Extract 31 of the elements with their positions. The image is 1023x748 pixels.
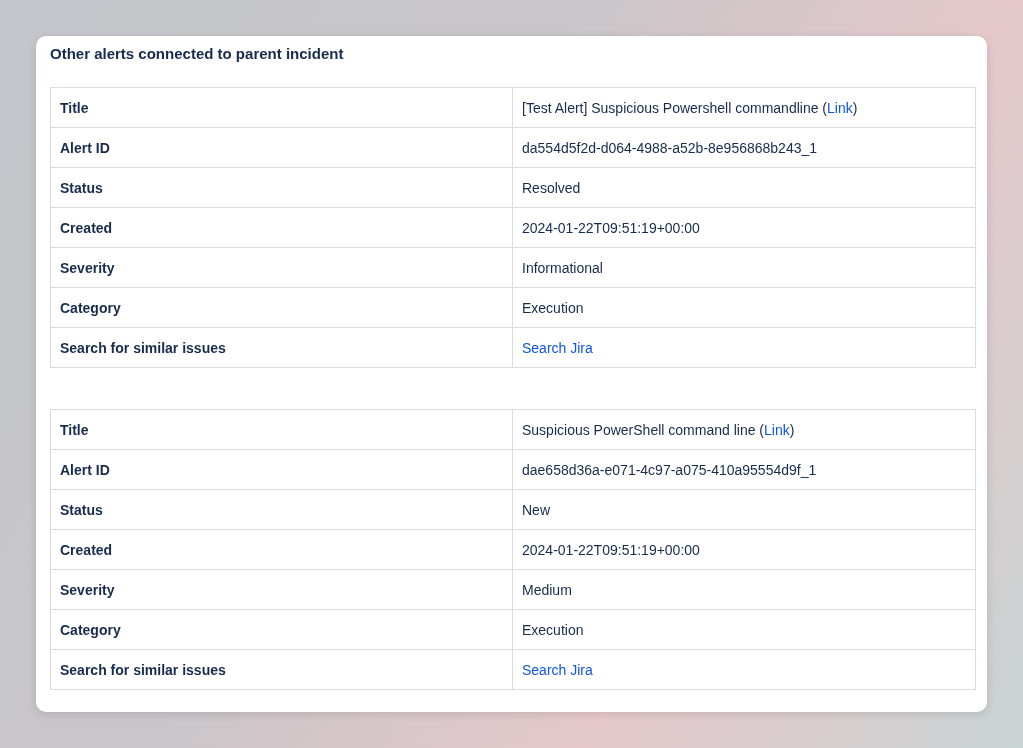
- field-label: Title: [50, 409, 513, 450]
- table-cell: Medium: [512, 569, 976, 610]
- field-label: Status: [50, 489, 513, 530]
- field-label: Status: [50, 167, 513, 208]
- alert-link[interactable]: Link: [764, 421, 790, 438]
- alert-link[interactable]: Link: [827, 99, 853, 116]
- table-cell: New: [512, 489, 976, 530]
- table-cell: Informational: [512, 247, 976, 288]
- table-cell: Suspicious PowerShell command line (Link): [512, 409, 976, 450]
- field-label: Created: [50, 529, 513, 570]
- table-cell: da554d5f2d-d064-4988-a52b-8e956868b243_1: [512, 127, 976, 168]
- table-cell: 2024-01-22T09:51:19+00:00: [512, 207, 976, 248]
- field-label: Category: [50, 287, 513, 328]
- field-label: Search for similar issues: [50, 649, 513, 690]
- table-cell: 2024-01-22T09:51:19+00:00: [512, 529, 976, 570]
- search-jira-link[interactable]: Search Jira: [522, 339, 593, 356]
- field-label: Title: [50, 87, 513, 128]
- panel-title: Other alerts connected to parent incident: [50, 44, 345, 64]
- table-cell: dae658d36a-e071-4c97-a075-410a95554d9f_1: [512, 449, 976, 490]
- table-cell: Execution: [512, 609, 976, 650]
- field-label: Severity: [50, 569, 513, 610]
- field-label: Alert ID: [50, 127, 513, 168]
- field-label: Search for similar issues: [50, 327, 513, 368]
- table-cell: [Test Alert] Suspicious Powershell commandline (Link): [512, 87, 976, 128]
- field-label: Created: [50, 207, 513, 248]
- table-cell: Execution: [512, 287, 976, 328]
- search-jira-link[interactable]: Search Jira: [522, 661, 593, 678]
- table-cell: Resolved: [512, 167, 976, 208]
- field-label: Severity: [50, 247, 513, 288]
- field-label: Category: [50, 609, 513, 650]
- field-label: Alert ID: [50, 449, 513, 490]
